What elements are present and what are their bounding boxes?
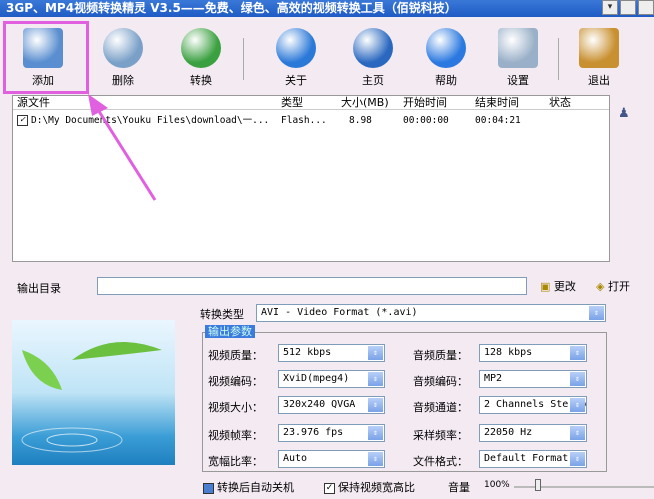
param-select[interactable]: 2 Channels Stereo ⇕ bbox=[479, 396, 587, 414]
maximize-button[interactable] bbox=[620, 0, 636, 15]
toolbar-label: 设置 bbox=[507, 74, 529, 87]
convert-type-value: AVI - Video Format (*.avi) bbox=[261, 307, 418, 318]
param-label: 视频大小： bbox=[208, 401, 263, 414]
volume-value: 100% bbox=[484, 480, 510, 490]
param-label: 文件格式： bbox=[413, 455, 468, 468]
toolbar-label: 关于 bbox=[285, 74, 307, 87]
output-params-legend: 输出参数 bbox=[205, 325, 255, 338]
volume-label: 音量 bbox=[448, 481, 470, 494]
keep-ratio-checkbox[interactable]: ✓ 保持视频宽高比 bbox=[324, 479, 415, 495]
change-button[interactable]: ▣ 更改 bbox=[540, 278, 576, 294]
param-value: 23.976 fps bbox=[283, 427, 344, 438]
param-label: 音频通道： bbox=[413, 401, 468, 414]
change-label: 更改 bbox=[553, 280, 576, 293]
param-value: 128 kbps bbox=[484, 347, 533, 358]
param-value: 512 kbps bbox=[283, 347, 332, 358]
open-icon: ◈ bbox=[596, 280, 605, 293]
param-select[interactable]: 23.976 fps ⇕ bbox=[278, 424, 385, 442]
toolbar-divider bbox=[243, 38, 244, 80]
param-value: Auto bbox=[283, 453, 308, 464]
toolbar-button-3[interactable]: 关于 bbox=[263, 24, 329, 92]
param-select[interactable]: 512 kbps ⇕ bbox=[278, 344, 385, 362]
param-value: MP2 bbox=[484, 373, 503, 384]
col-end[interactable]: 结束时间 bbox=[475, 96, 549, 109]
chevron-updown-icon: ⇕ bbox=[368, 426, 383, 440]
toolbar-button-5[interactable]: 帮助 bbox=[413, 24, 479, 92]
param-select[interactable]: MP2 ⇕ bbox=[479, 370, 587, 388]
chevron-updown-icon: ⇕ bbox=[368, 452, 383, 466]
param-select[interactable]: 320x240 QVGA ⇕ bbox=[278, 396, 385, 414]
checkbox[interactable] bbox=[203, 482, 214, 494]
param-value: Default Format bbox=[484, 453, 569, 464]
file-type: Flash... bbox=[281, 115, 327, 126]
toolbar-divider bbox=[558, 38, 559, 80]
chevron-updown-icon: ⇕ bbox=[570, 398, 585, 412]
param-label: 采样频率： bbox=[413, 429, 468, 442]
toolbar-label: 退出 bbox=[588, 74, 610, 87]
chevron-updown-icon: ⇕ bbox=[368, 346, 383, 360]
toolbar-label: 主页 bbox=[362, 74, 384, 87]
col-size[interactable]: 大小(MB) bbox=[341, 96, 403, 109]
folder-icon: ▣ bbox=[540, 280, 551, 293]
toolbar-button-7[interactable]: 退出 bbox=[566, 24, 632, 92]
param-select[interactable]: 128 kbps ⇕ bbox=[479, 344, 587, 362]
chevron-updown-icon: ⇕ bbox=[570, 452, 585, 466]
col-status[interactable]: 状态 bbox=[549, 96, 599, 109]
param-label: 音频质量： bbox=[413, 349, 468, 362]
close-button[interactable] bbox=[638, 0, 654, 15]
file-size: 8.98 bbox=[349, 115, 372, 126]
toolbar-button-4[interactable]: 主页 bbox=[340, 24, 406, 92]
param-label: 视频编码： bbox=[208, 375, 263, 388]
annotation-arrow bbox=[88, 94, 157, 201]
info-icon bbox=[276, 28, 316, 68]
open-label: 打开 bbox=[607, 280, 630, 293]
settings-icon bbox=[498, 28, 538, 68]
minimize-button[interactable]: ▾ bbox=[602, 0, 618, 15]
convert-type-label: 转换类型 bbox=[200, 308, 244, 321]
output-dir-label: 输出目录 bbox=[17, 282, 61, 295]
param-value: 22050 Hz bbox=[484, 427, 533, 438]
open-button[interactable]: ◈ 打开 bbox=[596, 278, 630, 294]
col-type[interactable]: 类型 bbox=[281, 96, 341, 109]
param-select[interactable]: XviD(mpeg4) ⇕ bbox=[278, 370, 385, 388]
param-label: 音频编码： bbox=[413, 375, 468, 388]
help-icon bbox=[426, 28, 466, 68]
toolbar-label: 帮助 bbox=[435, 74, 457, 87]
keep-ratio-label: 保持视频宽高比 bbox=[338, 481, 415, 494]
param-label: 视频质量： bbox=[208, 349, 263, 362]
param-label: 宽幅比率： bbox=[208, 455, 263, 468]
chevron-updown-icon: ⇕ bbox=[570, 426, 585, 440]
param-select[interactable]: Default Format ⇕ bbox=[479, 450, 587, 468]
chevron-updown-icon: ⇕ bbox=[570, 372, 585, 386]
chevron-updown-icon: ⇕ bbox=[589, 306, 604, 320]
end-time: 00:04:21 bbox=[475, 115, 521, 126]
start-time: 00:00:00 bbox=[403, 115, 449, 126]
param-value: XviD(mpeg4) bbox=[283, 373, 350, 384]
exit-icon bbox=[579, 28, 619, 68]
shutdown-checkbox[interactable]: 转换后自动关机 bbox=[203, 479, 294, 495]
globe-icon bbox=[353, 28, 393, 68]
shutdown-label: 转换后自动关机 bbox=[217, 481, 294, 494]
col-start[interactable]: 开始时间 bbox=[403, 96, 475, 109]
param-select[interactable]: Auto ⇕ bbox=[278, 450, 385, 468]
preview-image bbox=[12, 320, 175, 465]
volume-slider-thumb[interactable] bbox=[535, 479, 541, 491]
toolbar-button-6[interactable]: 设置 bbox=[485, 24, 551, 92]
param-select[interactable]: 22050 Hz ⇕ bbox=[479, 424, 587, 442]
chevron-updown-icon: ⇕ bbox=[368, 372, 383, 386]
output-dir-input[interactable] bbox=[97, 277, 527, 295]
param-label: 视频帧率： bbox=[208, 429, 263, 442]
param-value: 320x240 QVGA bbox=[283, 399, 356, 410]
checkbox[interactable]: ✓ bbox=[324, 482, 335, 494]
chevron-updown-icon: ⇕ bbox=[570, 346, 585, 360]
convert-type-select[interactable]: AVI - Video Format (*.avi) ⇕ bbox=[256, 304, 606, 322]
user-icon[interactable]: ♟ bbox=[618, 106, 630, 121]
chevron-updown-icon: ⇕ bbox=[368, 398, 383, 412]
